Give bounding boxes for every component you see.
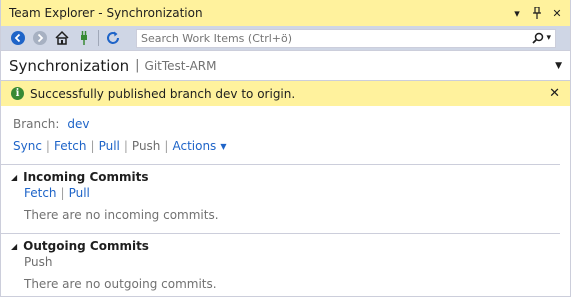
title-controls: ▾ ✕ bbox=[510, 5, 570, 21]
push-link-disabled: Push bbox=[131, 139, 161, 153]
action-separator: | bbox=[164, 139, 169, 153]
actions-chevron-down-icon[interactable]: ▼ bbox=[220, 142, 226, 151]
search-input[interactable] bbox=[141, 31, 533, 45]
actions-menu[interactable]: Actions bbox=[172, 139, 216, 153]
branch-link[interactable]: dev bbox=[67, 117, 89, 131]
fetch-link[interactable]: Fetch bbox=[54, 139, 87, 153]
search-button[interactable]: ▾ bbox=[532, 32, 555, 44]
page-header: Synchronization | GitTest-ARM ▼ bbox=[1, 51, 570, 81]
pin-icon[interactable] bbox=[530, 5, 544, 21]
info-icon: i bbox=[11, 87, 24, 100]
search-chevron-down-icon[interactable]: ▾ bbox=[546, 33, 551, 43]
incoming-pull-link[interactable]: Pull bbox=[69, 186, 90, 200]
notification-message: Successfully published branch dev to ori… bbox=[30, 86, 296, 101]
section-divider bbox=[1, 164, 560, 165]
back-icon[interactable] bbox=[7, 27, 29, 49]
pull-link[interactable]: Pull bbox=[99, 139, 120, 153]
branch-row: Branch: dev bbox=[13, 115, 570, 133]
window-menu-chevron-icon[interactable]: ▾ bbox=[510, 5, 524, 21]
incoming-commits-section: ◢ Incoming Commits Fetch | Pull There ar… bbox=[1, 169, 570, 223]
refresh-icon[interactable] bbox=[102, 27, 124, 49]
sync-content: Branch: dev Sync | Fetch | Pull | Push |… bbox=[1, 106, 570, 156]
toolbar-separator bbox=[98, 30, 99, 46]
collapse-triangle-icon[interactable]: ◢ bbox=[11, 242, 17, 251]
incoming-empty-message: There are no incoming commits. bbox=[24, 208, 219, 222]
connect-plug-icon[interactable] bbox=[73, 27, 95, 49]
branch-label: Branch: bbox=[13, 117, 60, 131]
notification-bar: i Successfully published branch dev to o… bbox=[1, 81, 570, 106]
incoming-fetch-link[interactable]: Fetch bbox=[24, 186, 57, 200]
window-title: Team Explorer - Synchronization bbox=[9, 6, 203, 20]
close-icon[interactable]: ✕ bbox=[550, 5, 564, 21]
action-separator: | bbox=[45, 139, 50, 153]
outgoing-commits-title: Outgoing Commits bbox=[23, 239, 149, 253]
outgoing-empty-message: There are no outgoing commits. bbox=[24, 277, 217, 291]
action-separator: | bbox=[90, 139, 95, 153]
outgoing-actions: Push bbox=[11, 254, 570, 270]
page-title: Synchronization bbox=[9, 56, 130, 75]
incoming-actions: Fetch | Pull bbox=[11, 185, 570, 201]
section-divider bbox=[1, 233, 560, 234]
title-separator: | bbox=[135, 58, 140, 73]
forward-icon[interactable] bbox=[29, 27, 51, 49]
home-icon[interactable] bbox=[51, 27, 73, 49]
sync-link[interactable]: Sync bbox=[13, 139, 42, 153]
action-separator: | bbox=[60, 186, 65, 200]
collapse-triangle-icon[interactable]: ◢ bbox=[11, 173, 17, 182]
outgoing-push-link-disabled: Push bbox=[24, 255, 53, 269]
sync-actions: Sync | Fetch | Pull | Push | Actions ▼ bbox=[13, 136, 570, 156]
search-icon bbox=[532, 32, 544, 44]
toolbar: ▾ bbox=[1, 26, 570, 51]
outgoing-commits-section: ◢ Outgoing Commits Push There are no out… bbox=[1, 238, 570, 292]
notification-close-icon[interactable]: ✕ bbox=[549, 86, 560, 101]
incoming-commits-header[interactable]: ◢ Incoming Commits bbox=[11, 169, 570, 185]
incoming-commits-title: Incoming Commits bbox=[23, 170, 149, 184]
title-bar: Team Explorer - Synchronization ▾ ✕ bbox=[1, 0, 570, 26]
outgoing-commits-header[interactable]: ◢ Outgoing Commits bbox=[11, 238, 570, 254]
page-menu-chevron-down-icon[interactable]: ▼ bbox=[555, 61, 562, 71]
repository-name: GitTest-ARM bbox=[144, 58, 217, 73]
team-explorer-window: Team Explorer - Synchronization ▾ ✕ Sear… bbox=[0, 0, 571, 297]
action-separator: | bbox=[123, 139, 128, 153]
search-box[interactable]: ▾ bbox=[136, 28, 556, 48]
